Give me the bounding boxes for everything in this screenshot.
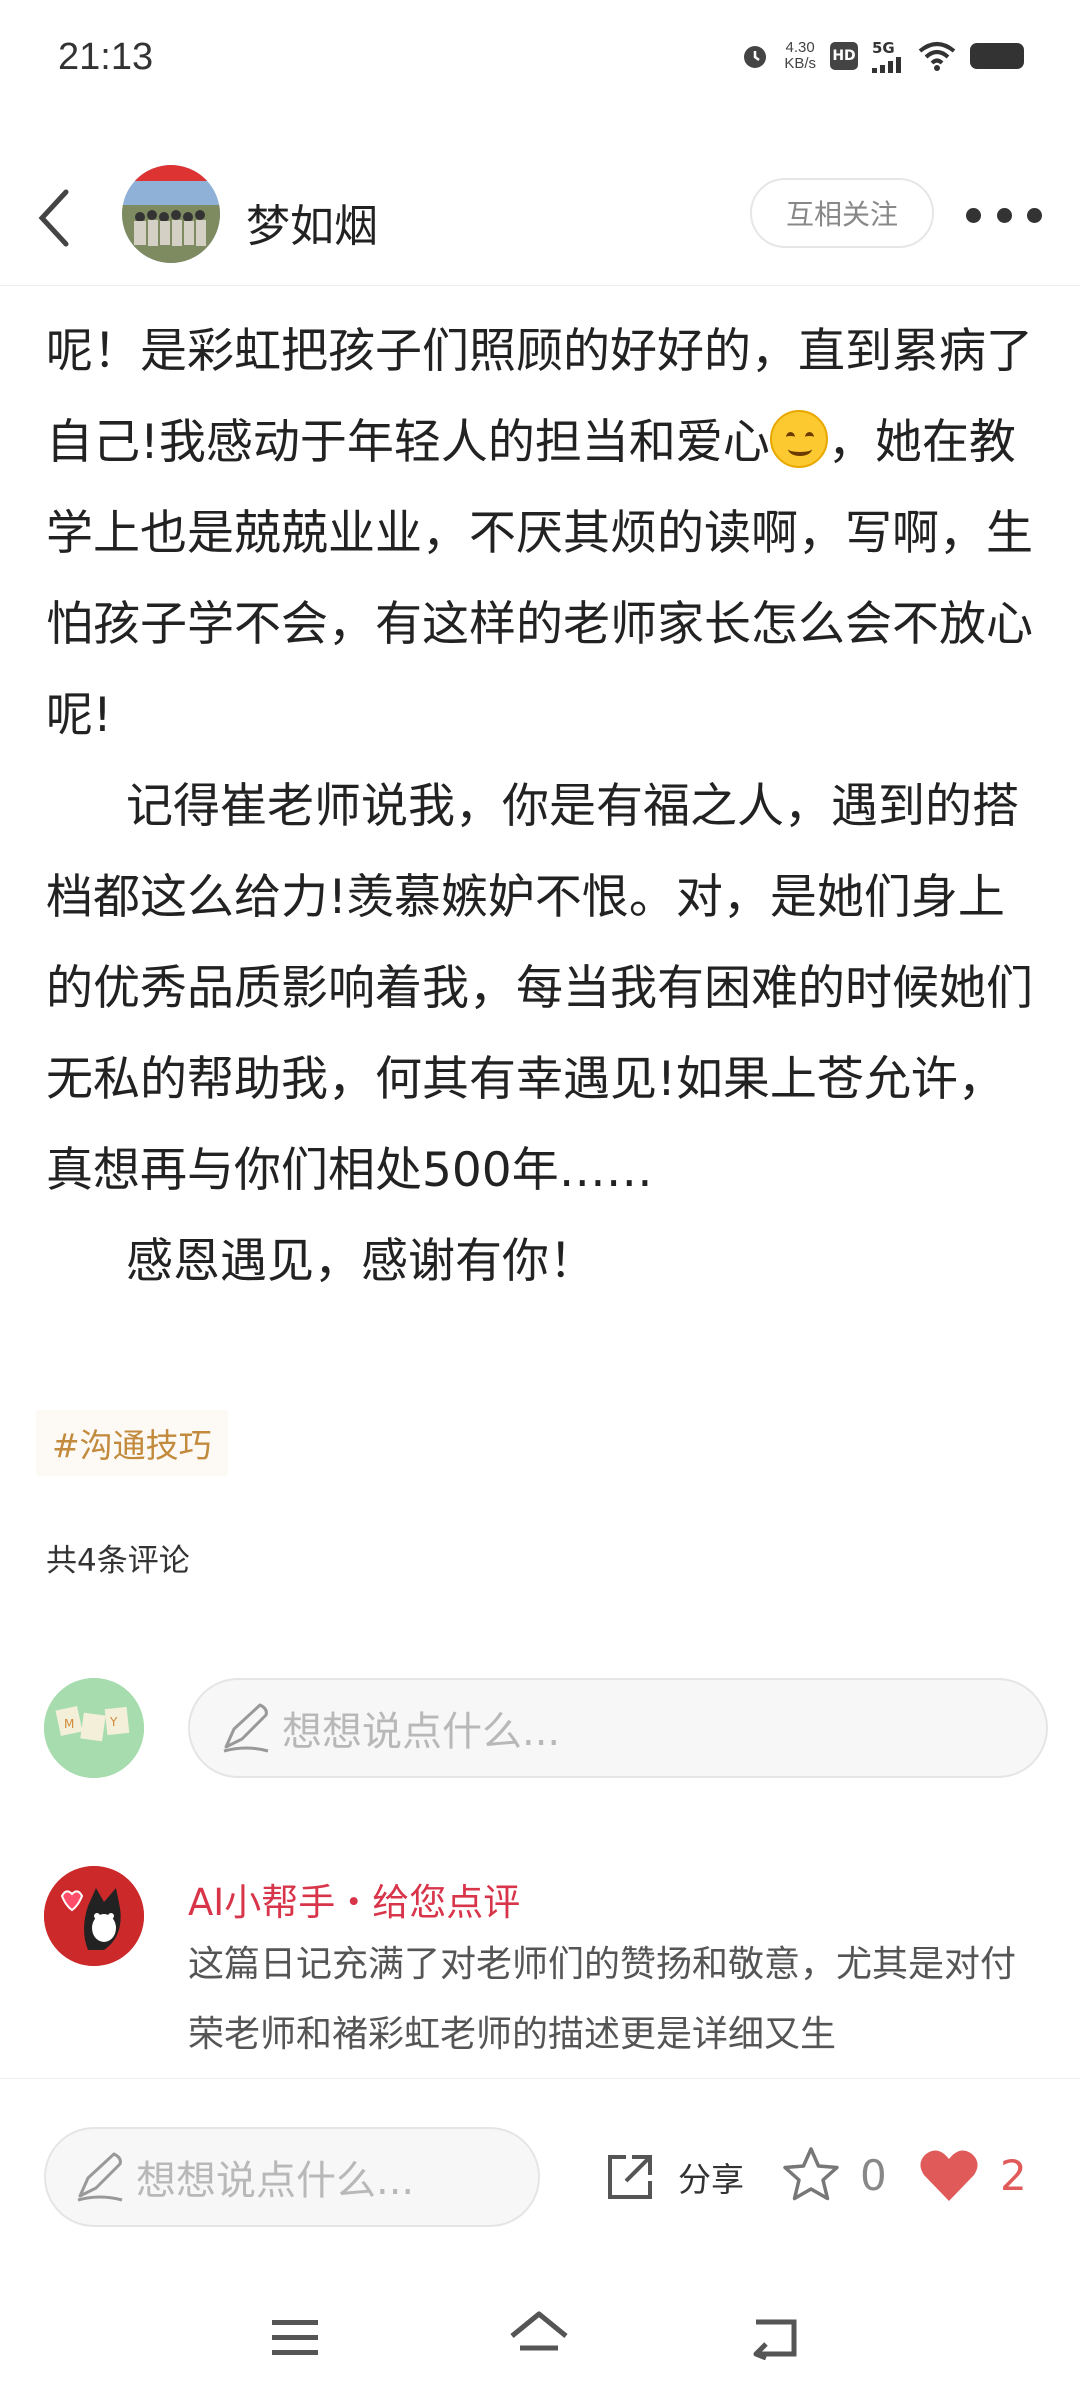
bottom-comment-input[interactable]: 想想说点什么...: [44, 2127, 540, 2227]
smiling-face-emoji-icon: [769, 410, 828, 468]
net-speed-value: 4.30: [785, 39, 815, 56]
article-body: 呢！是彩虹把孩子们照顾的好好的，直到累病了自己!我感动于年轻人的担当和爱心 ，她在…: [46, 306, 1036, 1307]
share-button[interactable]: 分享: [604, 2146, 744, 2208]
topic-tag[interactable]: #沟通技巧: [36, 1410, 228, 1476]
like-button[interactable]: 2: [918, 2140, 1027, 2210]
status-icons: 4.30 KB/s HD 5G: [740, 34, 1024, 78]
article-paragraph: 记得崔老师说我，你是有福之人，遇到的搭档都这么给力!羡慕嫉妒不恨。对，是她们身上…: [46, 779, 1033, 1198]
ai-helper-comment-text[interactable]: 这篇日记充满了对老师们的赞扬和敬意，尤其是对付荣老师和褚彩虹老师的描述更是详细又…: [188, 1930, 1038, 2070]
author-name[interactable]: 梦如烟: [246, 190, 378, 254]
my-avatar[interactable]: M Y: [44, 1678, 144, 1778]
like-count: 2: [1000, 2150, 1027, 2200]
system-navigation-bar: [0, 2276, 1080, 2400]
pen-icon: [223, 1703, 269, 1753]
comment-input-placeholder: 想想说点什么...: [282, 1709, 561, 1755]
wifi-icon: [918, 42, 956, 71]
comment-count: 共4条评论: [46, 1543, 190, 1579]
comment-input[interactable]: 想想说点什么...: [188, 1678, 1048, 1778]
back-arrow-icon[interactable]: [32, 186, 82, 250]
pen-icon: [77, 2152, 123, 2202]
favorite-button[interactable]: 0: [780, 2140, 887, 2210]
article-paragraph: 感恩遇见，感谢有你！: [126, 1234, 596, 1289]
ai-helper-title: AI小帮手・给您点评: [188, 1881, 521, 1924]
share-icon: [608, 2155, 652, 2199]
svg-text:Y: Y: [109, 1715, 118, 1729]
status-time: 21:13: [58, 36, 154, 78]
ai-helper-avatar: [44, 1866, 144, 1966]
net-speed-unit: KB/s: [784, 55, 816, 72]
dog-mascot-icon: [44, 1866, 144, 1966]
heart-icon: [920, 2150, 978, 2201]
signal-bars-icon: [872, 57, 901, 73]
group-photo-image: [122, 165, 220, 263]
author-avatar[interactable]: [122, 165, 220, 263]
back-nav-icon[interactable]: [750, 2314, 800, 2360]
battery-icon: [970, 43, 1024, 69]
avatar-image: M Y: [44, 1678, 144, 1778]
follow-button[interactable]: 互相关注: [750, 178, 934, 248]
article-paragraph: 呢！是彩虹把孩子们照顾的好好的，直到累病了自己!我感动于年轻人的担当和爱心 ，她在…: [46, 306, 1036, 761]
hd-icon: HD: [830, 42, 858, 70]
signal-icon: 5G: [872, 39, 904, 73]
status-bar: 21:13 4.30 KB/s HD 5G: [0, 0, 1080, 110]
home-icon[interactable]: [508, 2310, 570, 2364]
share-label: 分享: [678, 2160, 744, 2199]
star-icon: [783, 2147, 839, 2201]
favorite-count: 0: [860, 2150, 887, 2200]
alarm-icon: [744, 46, 767, 68]
svg-text:M: M: [64, 1717, 74, 1731]
bottom-input-placeholder: 想想说点什么...: [136, 2158, 415, 2204]
net-speed: 4.30 KB/s: [784, 40, 816, 72]
network-type: 5G: [872, 39, 895, 57]
menu-icon[interactable]: [270, 2316, 320, 2360]
more-options-icon[interactable]: [966, 200, 1042, 230]
